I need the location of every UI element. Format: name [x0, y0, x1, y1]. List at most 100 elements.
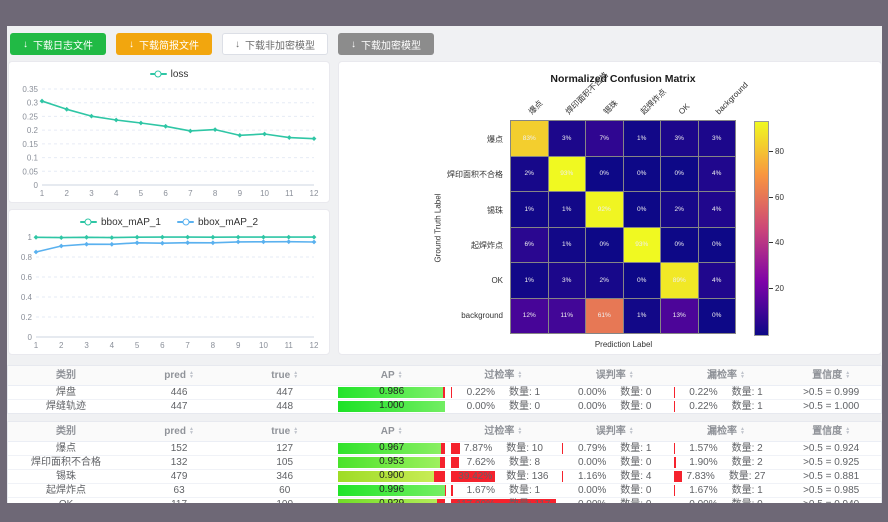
- cell-overdetect-rate-text: 39.42%数量: 136: [448, 470, 559, 483]
- legend-item-bbox_mAP_1[interactable]: bbox_mAP_1: [80, 217, 161, 228]
- rate-percent: 1.67%: [467, 484, 495, 497]
- ap-value: 0.953: [335, 456, 448, 469]
- rate-count: 数量: 117: [509, 498, 551, 503]
- data-point-marker: [109, 235, 114, 240]
- colorbar-tick: [769, 288, 773, 289]
- cell-overdetect-rate-text: 7.87%数量: 10: [448, 442, 559, 455]
- column-header-误判率[interactable]: 误判率▲▼: [559, 422, 671, 442]
- column-header-label: 漏检率: [707, 426, 737, 437]
- matrix-cell: 2%: [511, 157, 548, 192]
- colorbar-tick-label: 40: [775, 238, 784, 247]
- cell-miss-rate: 1.67%数量: 1: [671, 484, 782, 497]
- y-tick-label: 0.05: [22, 167, 38, 176]
- cell-overdetect-rate-text: 7.62% 数量: 8: [448, 456, 559, 469]
- y-tick-label: 1: [28, 233, 33, 242]
- x-tick-label: 3: [84, 341, 89, 350]
- confusion-matrix-card: Normalized Confusion Matrix 83%3%7%1%3%3…: [338, 61, 882, 355]
- cell-misjudge-rate: 1.16%数量: 4: [559, 470, 671, 483]
- sort-desc-icon: ▼: [293, 431, 298, 435]
- column-header-true[interactable]: true▲▼: [234, 366, 335, 386]
- cell-miss-rate-text: 0.00%数量: 0: [671, 498, 782, 503]
- data-point-marker: [237, 133, 242, 138]
- download-button-3[interactable]: ↓下载非加密模型: [222, 33, 328, 55]
- legend-label: bbox_mAP_1: [101, 217, 161, 228]
- column-header-误判率[interactable]: 误判率▲▼: [559, 366, 671, 386]
- rate-percent: 7.62%: [467, 456, 495, 469]
- cell-class: 锡珠: [8, 470, 124, 483]
- rate-count: 数量: 1: [509, 386, 540, 399]
- matrix-cell: 3%: [549, 121, 586, 156]
- rate-count: 数量: 8: [509, 456, 540, 469]
- data-point-marker: [59, 244, 64, 249]
- matrix-cell: 0%: [699, 228, 736, 263]
- download-icon: ↓: [351, 39, 356, 50]
- y-tick-label: 0.15: [22, 140, 38, 149]
- table-header-row: 类别pred▲▼true▲▼AP▲▼过检率▲▼误判率▲▼漏检率▲▼置信度▲▼: [8, 366, 881, 386]
- column-header-pred[interactable]: pred▲▼: [124, 366, 234, 386]
- map-chart-card: bbox_mAP_1bbox_mAP_2 00.20.40.60.8112345…: [8, 209, 330, 355]
- download-button-1[interactable]: ↓下载日志文件: [10, 33, 106, 55]
- matrix-column-label: OK: [677, 102, 692, 117]
- cell-confidence: >0.5 = 0.925: [781, 456, 881, 469]
- series-line-loss: [42, 101, 314, 139]
- column-header-true[interactable]: true▲▼: [234, 422, 335, 442]
- column-header-过检率[interactable]: 过检率▲▼: [448, 422, 559, 442]
- data-point-marker: [211, 240, 216, 245]
- column-header-pred[interactable]: pred▲▼: [124, 422, 234, 442]
- matrix-column-label: background: [714, 80, 751, 117]
- data-point-marker: [287, 135, 292, 140]
- column-header-漏检率[interactable]: 漏检率▲▼: [671, 366, 782, 386]
- column-header-label: true: [271, 370, 290, 381]
- data-point-marker: [139, 121, 144, 126]
- legend-item-bbox_mAP_2[interactable]: bbox_mAP_2: [177, 217, 258, 228]
- cell-misjudge-rate: 0.00%数量: 0: [559, 456, 671, 469]
- matrix-cell: 93%: [624, 228, 661, 263]
- legend-item-loss[interactable]: loss: [150, 69, 189, 80]
- table-header: 类别pred▲▼true▲▼AP▲▼过检率▲▼误判率▲▼漏检率▲▼置信度▲▼: [8, 366, 881, 386]
- rate-percent: 0.22%: [689, 386, 717, 399]
- table-row: 爆点1521270.9677.87%数量: 100.79%数量: 11.57%数…: [8, 442, 881, 456]
- column-header-AP[interactable]: AP▲▼: [335, 366, 448, 386]
- column-header-置信度[interactable]: 置信度▲▼: [781, 422, 881, 442]
- column-header-AP[interactable]: AP▲▼: [335, 422, 448, 442]
- matrix-row-label: background: [339, 311, 503, 320]
- sort-desc-icon: ▼: [517, 375, 522, 379]
- cell-misjudge-rate-text: 1.16%数量: 4: [559, 470, 671, 483]
- rate-count: 数量: 1: [732, 400, 763, 413]
- matrix-cell: 11%: [549, 299, 586, 334]
- x-tick-label: 11: [285, 341, 294, 350]
- cell-miss-rate-text: 1.57%数量: 2: [671, 442, 782, 455]
- metrics-tables: 类别pred▲▼true▲▼AP▲▼过检率▲▼误判率▲▼漏检率▲▼置信度▲▼焊盘…: [7, 365, 882, 503]
- sort-desc-icon: ▼: [740, 375, 745, 379]
- cell-confidence: >0.5 = 0.924: [781, 442, 881, 455]
- data-point-marker: [160, 241, 165, 246]
- rate-count: 数量: 1: [509, 484, 540, 497]
- matrix-column-label: 爆点: [527, 99, 545, 117]
- column-header-label: pred: [164, 426, 186, 437]
- matrix-cell: 89%: [661, 263, 698, 298]
- matrix-cell: 1%: [549, 228, 586, 263]
- cell-miss-rate: 0.22%数量: 1: [671, 400, 782, 413]
- cell-miss-rate-text: 0.22%数量: 1: [671, 400, 782, 413]
- matrix-cell: 2%: [586, 263, 623, 298]
- cell-ap: 0.929: [335, 498, 448, 503]
- x-tick-label: 6: [163, 189, 168, 198]
- matrix-row-label: 起焊炸点: [339, 240, 503, 251]
- column-header-漏检率[interactable]: 漏检率▲▼: [671, 422, 782, 442]
- download-button-4[interactable]: ↓下载加密模型: [338, 33, 434, 55]
- cell-class: 焊印面积不合格: [8, 456, 124, 469]
- table-header-row: 类别pred▲▼true▲▼AP▲▼过检率▲▼误判率▲▼漏检率▲▼置信度▲▼: [8, 422, 881, 442]
- rate-count: 数量: 27: [729, 470, 766, 483]
- loss-chart-legend: loss: [9, 62, 329, 81]
- x-tick-label: 2: [65, 189, 70, 198]
- column-header-过检率[interactable]: 过检率▲▼: [448, 366, 559, 386]
- rate-count: 数量: 2: [732, 456, 763, 469]
- x-tick-label: 11: [285, 189, 294, 198]
- download-button-2[interactable]: ↓下载简报文件: [116, 33, 212, 55]
- column-header-置信度[interactable]: 置信度▲▼: [781, 366, 881, 386]
- matrix-cell: 2%: [661, 192, 698, 227]
- download-button-label: 下载非加密模型: [245, 37, 315, 52]
- column-header-label: pred: [164, 370, 186, 381]
- rate-percent: 1.90%: [689, 456, 717, 469]
- cell-misjudge-rate: 0.00%数量: 0: [559, 386, 671, 399]
